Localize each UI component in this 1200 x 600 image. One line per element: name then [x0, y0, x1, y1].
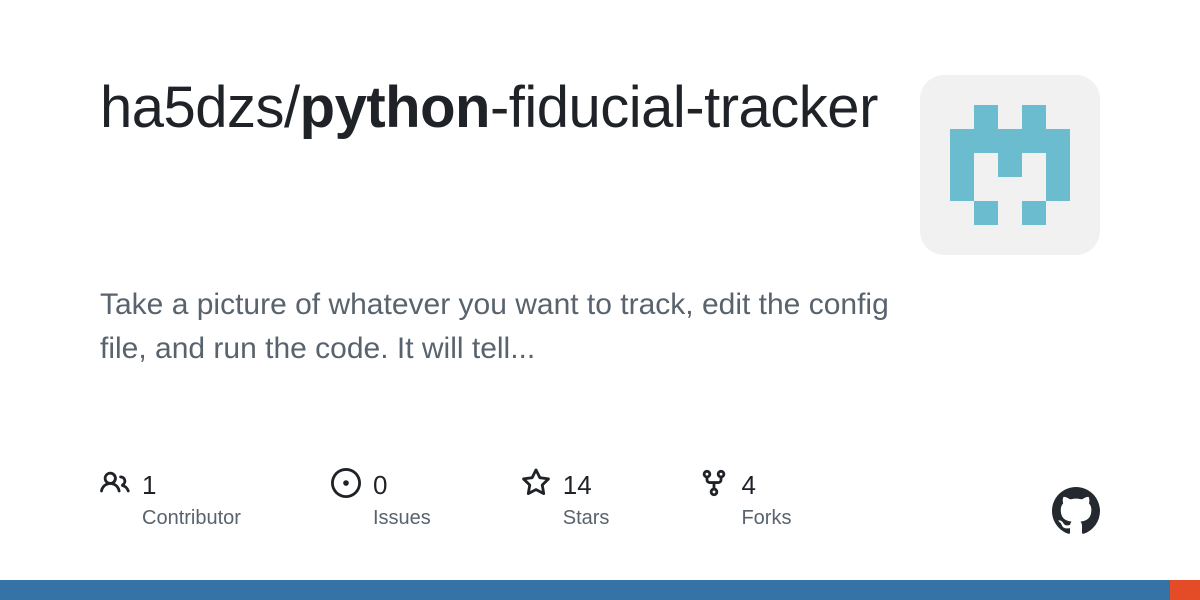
avatar[interactable]	[920, 75, 1100, 255]
star-icon	[521, 468, 551, 503]
people-icon	[100, 468, 130, 503]
repo-name-rest[interactable]: -fiducial-tracker	[490, 75, 878, 140]
issue-icon	[331, 468, 361, 503]
stat-contributors[interactable]: 1 Contributor	[100, 468, 241, 530]
forks-value: 4	[741, 470, 755, 501]
stat-stars[interactable]: 14 Stars	[521, 468, 610, 530]
repo-owner[interactable]: ha5dzs	[100, 75, 284, 140]
repo-description: Take a picture of whatever you want to t…	[100, 283, 930, 370]
identicon	[950, 105, 1070, 225]
contributors-label: Contributor	[142, 507, 241, 530]
issues-label: Issues	[373, 507, 431, 530]
repo-title[interactable]: ha5dzs/python-fiducial-tracker	[100, 75, 890, 142]
github-logo-icon[interactable]	[1052, 487, 1100, 540]
repo-name-bold[interactable]: python	[300, 75, 490, 140]
issues-value: 0	[373, 470, 387, 501]
repo-title-block: ha5dzs/python-fiducial-tracker	[100, 75, 890, 142]
forks-label: Forks	[741, 507, 791, 530]
repo-slash: /	[284, 75, 300, 140]
language-bar	[0, 580, 1200, 600]
stars-label: Stars	[563, 507, 610, 530]
fork-icon	[699, 468, 729, 503]
language-segment	[0, 580, 1170, 600]
stat-issues[interactable]: 0 Issues	[331, 468, 431, 530]
contributors-value: 1	[142, 470, 156, 501]
stars-value: 14	[563, 470, 592, 501]
language-segment	[1170, 580, 1200, 600]
stat-forks[interactable]: 4 Forks	[699, 468, 791, 530]
stats-row: 1 Contributor 0 Issues 14 Stars	[100, 468, 791, 530]
